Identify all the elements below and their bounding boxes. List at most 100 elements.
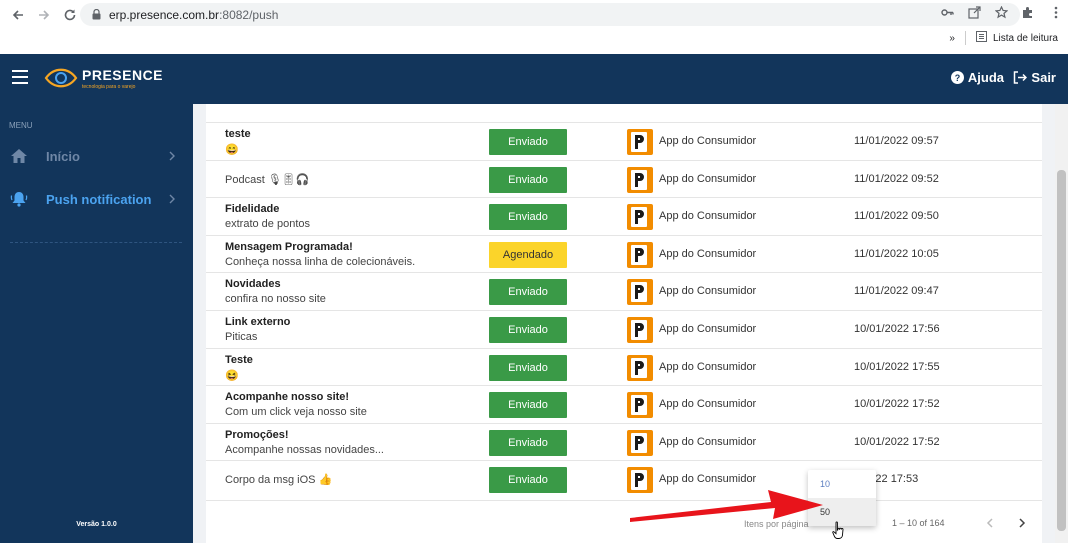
bell-icon	[10, 191, 28, 212]
items-per-page-label: Itens por página	[744, 519, 809, 529]
status-badge: Agendado	[489, 241, 567, 268]
app-logo-icon	[627, 241, 653, 268]
status-badge: Enviado	[489, 429, 567, 456]
status-badge: Enviado	[489, 166, 567, 193]
send-date: 11/01/2022 09:57	[854, 135, 939, 147]
app-logo-icon	[627, 392, 653, 419]
help-button[interactable]: ? Ajuda	[950, 70, 1004, 85]
previous-page-button[interactable]	[980, 513, 1000, 533]
presence-logo[interactable]: PRESENCE tecnologia para o varejo	[44, 63, 163, 93]
table-row[interactable]: teste 😄 Enviado App do Consumidor 11/01/202…	[206, 122, 1042, 160]
status-badge: Enviado	[489, 392, 567, 419]
scrollbar-thumb[interactable]	[1057, 170, 1066, 531]
status-badge: Enviado	[489, 316, 567, 343]
message-text: Podcast 🎙🎚🎧	[225, 173, 310, 186]
app-name: App do Consumidor	[659, 285, 757, 298]
table-row[interactable]: Link externo Piticas Enviado App do Consum…	[206, 309, 1042, 348]
message-text: Corpo da msg iOS 👍	[225, 474, 333, 487]
help-icon: ?	[950, 71, 964, 84]
app-logo-icon	[627, 354, 653, 381]
table-row[interactable]: Fidelidade extrato de pontos Enviado App d…	[206, 197, 1042, 235]
more-bookmarks-icon[interactable]: »	[949, 33, 955, 44]
key-icon[interactable]	[941, 6, 954, 24]
sidebar-divider	[10, 242, 182, 243]
message-body: extrato de pontos	[225, 218, 311, 231]
table-row[interactable]: Acompanhe nosso site! Com um click veja n…	[206, 385, 1042, 423]
send-date: 11/01/2022 10:05	[854, 247, 939, 260]
table-row[interactable]: Novidades confira no nosso site Enviado Ap…	[206, 272, 1042, 310]
push-table-card: teste 😄 Enviado App do Consumidor 11/01/202…	[206, 104, 1042, 543]
app-logo-icon	[627, 279, 653, 306]
app-name: App do Consumidor	[659, 135, 757, 147]
version-label: Versão 1.0.0	[76, 521, 117, 528]
send-date: 11/01/2022 09:50	[854, 210, 939, 223]
url-path: :8082/push	[219, 7, 279, 22]
logout-button[interactable]: Sair	[1013, 70, 1056, 85]
brand-tagline: tecnologia para o varejo	[82, 83, 136, 90]
send-date: 11/01/2022 09:52	[854, 172, 939, 185]
table-row[interactable]: Podcast 🎙🎚🎧 Enviado App do Consumidor 11/0…	[206, 159, 1042, 198]
message-body: 😆	[225, 369, 239, 382]
sidebar-item-label: Push notification	[46, 191, 152, 207]
table-row[interactable]: Corpo da msg iOS 👍 Enviado App do Consumi…	[206, 460, 1042, 498]
app-logo-icon	[627, 429, 653, 456]
send-date: 10/01/2022 17:52	[854, 435, 940, 448]
app-name: App do Consumidor	[659, 322, 757, 335]
status-badge: Enviado	[489, 279, 567, 306]
send-date: 10/01/2022 17:55	[854, 360, 940, 373]
message-title: Acompanhe nosso site!	[225, 391, 350, 404]
app-name: App do Consumidor	[659, 435, 757, 448]
message-body: Acompanhe nossas novidades...	[225, 443, 384, 456]
sidebar-item-push-notification[interactable]: Push notification	[0, 184, 193, 214]
page-size-option-10[interactable]: 10	[808, 470, 876, 498]
logout-label: Sair	[1031, 70, 1056, 85]
next-page-button[interactable]	[1012, 513, 1032, 533]
url-bar[interactable]: erp.presence.com.br:8082/push	[80, 3, 1020, 26]
reading-list-button[interactable]: Lista de leitura	[975, 31, 1058, 45]
bookmarks-bar: » Lista de leitura	[949, 31, 1058, 45]
hamburger-menu-icon[interactable]	[12, 70, 28, 84]
message-title: Link externo	[225, 315, 291, 328]
message-title: Teste	[225, 353, 253, 366]
message-body: confira no nosso site	[225, 293, 326, 306]
app-name: App do Consumidor	[659, 247, 757, 260]
app-logo-icon	[627, 204, 653, 231]
hand-cursor-icon	[832, 521, 844, 539]
table-paginator: Itens por página 1 – 10 of 164	[206, 500, 1042, 543]
message-title: Promoções!	[225, 428, 289, 441]
app-name: App do Consumidor	[659, 398, 757, 411]
message-body: Piticas	[225, 330, 258, 343]
chevron-right-icon	[1019, 518, 1026, 528]
status-badge: Enviado	[489, 354, 567, 381]
reading-list-icon	[975, 31, 987, 45]
url-host: erp.presence.com.br	[109, 7, 220, 22]
message-title: Fidelidade	[225, 203, 280, 216]
star-icon[interactable]	[994, 5, 1009, 24]
svg-text:?: ?	[955, 73, 961, 83]
back-icon[interactable]	[6, 4, 30, 26]
extensions-icon[interactable]	[1021, 6, 1034, 24]
browser-chrome: erp.presence.com.br:8082/push » Lista de…	[0, 0, 1068, 54]
page-scrollbar[interactable]	[1055, 104, 1068, 543]
app-name: App do Consumidor	[659, 210, 757, 223]
message-title: teste	[225, 128, 251, 140]
table-row[interactable]: Mensagem Programada! Conheça nossa linha …	[206, 234, 1042, 273]
logout-icon	[1014, 71, 1028, 84]
eye-logo-icon	[44, 68, 78, 88]
reload-icon[interactable]	[58, 4, 82, 26]
app-name: App do Consumidor	[659, 172, 757, 185]
app-name: App do Consumidor	[659, 360, 757, 373]
app-logo-icon	[627, 316, 653, 343]
forward-icon[interactable]	[32, 4, 56, 26]
main-content: teste 😄 Enviado App do Consumidor 11/01/202…	[193, 104, 1055, 543]
app-logo-icon	[627, 129, 653, 155]
chevron-right-icon	[168, 149, 176, 167]
app-logo-icon	[627, 166, 653, 193]
push-table: teste 😄 Enviado App do Consumidor 11/01/202…	[206, 122, 1042, 498]
table-row[interactable]: Promoções! Acompanhe nossas novidades... E…	[206, 422, 1042, 461]
kebab-menu-icon[interactable]	[1054, 6, 1058, 24]
table-row[interactable]: Teste 😆 Enviado App do Consumidor 10/01/202…	[206, 347, 1042, 386]
sidebar-item-inicio[interactable]: Início	[0, 141, 193, 171]
message-body: Com um click veja nosso site	[225, 406, 367, 419]
share-icon[interactable]	[968, 6, 981, 24]
